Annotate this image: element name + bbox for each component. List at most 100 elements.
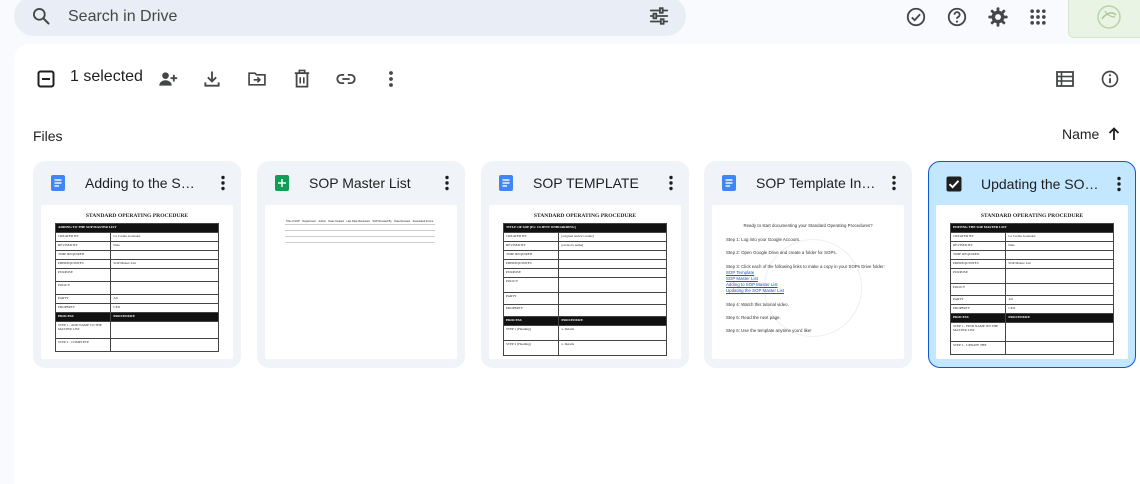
preview-cell: PARTY	[502, 292, 560, 305]
file-name: SOP Master List	[309, 175, 411, 191]
deselect-all-checkbox[interactable]	[35, 68, 57, 90]
file-name: Updating the SOP Master List	[981, 176, 1101, 192]
search-bar[interactable]	[14, 0, 686, 36]
preview-cell	[558, 250, 667, 260]
preview-cell: PURPOSE	[54, 268, 112, 282]
file-name: Adding to the SOP Master List	[85, 175, 205, 191]
preview-cell	[558, 304, 667, 317]
preview-cell: PROPERTY	[502, 304, 560, 317]
selection-toolbar: 1 selected	[14, 44, 1140, 112]
file-more-button[interactable]	[884, 173, 904, 193]
file-thumbnail[interactable]: Title of SOP Department Author Date Crea…	[265, 205, 457, 359]
preview-line: Step 6: Use the template anytime you'd l…	[726, 328, 812, 334]
preview-cell	[1005, 322, 1114, 342]
preview-cell: REVISED BY	[54, 241, 112, 251]
preview-link: Updating the SOP Master List	[726, 288, 785, 294]
preview-cell	[110, 281, 219, 295]
preview-cell: POLICY	[502, 277, 560, 293]
more-vert-icon	[389, 71, 393, 87]
preview-cell: STEP 2 - COMPLETE	[54, 338, 112, 352]
preview-cell: REVISED BY	[949, 241, 1007, 251]
preview-cell: PARTY	[54, 294, 112, 304]
preview-cell	[110, 321, 219, 339]
preview-cell: PREREQUISITES	[949, 259, 1007, 269]
preview-cell	[1005, 268, 1114, 284]
preview-cell: [original author's name]	[558, 232, 667, 242]
file-card[interactable]: SOP Master List Title of SOP Department …	[257, 161, 465, 368]
more-vert-icon	[445, 175, 449, 191]
download-button[interactable]	[201, 68, 223, 90]
preview-cell: TIME REQUIRED	[949, 250, 1007, 260]
file-thumbnail[interactable]: Ready to start documenting your Standard…	[712, 205, 904, 359]
preview-cell: CREATED BY	[502, 232, 560, 242]
preview-cell	[110, 250, 219, 260]
preview-cell: TITLE OF SOP [Ex: CLIENT ONBOARDING]	[503, 223, 667, 233]
preview-cell: CEO	[1005, 304, 1114, 314]
file-more-button[interactable]	[661, 173, 681, 193]
more-actions-button[interactable]	[380, 68, 402, 90]
file-name: SOP TEMPLATE	[533, 175, 639, 191]
preview-cell: STEP 1 - FIND NAME ON THE MASTER LIST	[949, 322, 1007, 342]
more-vert-icon	[1117, 176, 1121, 192]
preview-cell: STEP 2 - UPDATE THE	[949, 341, 1007, 355]
search-icon[interactable]	[31, 6, 51, 26]
sort-control[interactable]: Name	[1062, 124, 1121, 144]
file-card[interactable]: SOP Template Instructions Ready to start…	[704, 161, 912, 368]
delete-button[interactable]	[291, 68, 313, 90]
file-card[interactable]: SOP TEMPLATE STANDARD OPERATING PROCEDUR…	[481, 161, 689, 368]
preview-cell: PROCESS	[54, 312, 112, 322]
preview-cell: PROCEDURE	[110, 312, 219, 322]
preview-cell: POLICY	[949, 283, 1007, 296]
preview-cell: CEO	[110, 303, 219, 313]
preview-title: STANDARD OPERATING PROCEDURE	[85, 213, 189, 219]
share-button[interactable]	[157, 68, 179, 90]
preview-cell: STEP 1 (Heading)	[502, 325, 560, 341]
preview-cell: La Crema Gonzalez	[110, 232, 219, 242]
more-vert-icon	[669, 175, 673, 191]
preview-cell: PREREQUISITES	[502, 259, 560, 269]
preview-title: STANDARD OPERATING PROCEDURE	[980, 213, 1084, 219]
preview-line: Step 1: Log into your Google Account.	[726, 237, 800, 243]
trash-icon	[294, 69, 310, 88]
main-content: 1 selected Files Name Adding to the SOP …	[14, 44, 1140, 484]
preview-cell: La Crema Gonzalez	[1005, 232, 1114, 242]
file-more-button[interactable]	[437, 173, 457, 193]
search-options-icon[interactable]	[648, 5, 670, 27]
preview-cell: TIME REQUIRED	[502, 250, 560, 260]
preview-cell: [revisor's name]	[558, 241, 667, 251]
preview-cell	[1005, 341, 1114, 355]
file-more-button[interactable]	[1109, 174, 1129, 194]
search-input[interactable]	[66, 5, 630, 29]
details-button[interactable]	[1099, 68, 1121, 90]
preview-cell: PROCEDURE	[558, 316, 667, 326]
preview-cell: PROPERTY	[949, 304, 1007, 314]
google-docs-icon	[721, 175, 737, 191]
doc-preview: STANDARD OPERATING PROCEDURE EDITING THE…	[949, 213, 1114, 355]
apps-grid-icon[interactable]	[1026, 5, 1050, 29]
file-card-selected[interactable]: Updating the SOP Master List STANDARD OP…	[928, 161, 1136, 368]
preview-line: Step 3: Click each of the following link…	[726, 263, 885, 269]
help-icon[interactable]	[945, 5, 969, 29]
account-logo[interactable]	[1068, 0, 1140, 38]
checkbox-checked-icon[interactable]	[946, 176, 962, 192]
preview-cell: SOP Master List	[110, 259, 219, 269]
preview-cell: EDITING THE SOP MASTER LIST	[950, 223, 1114, 233]
sort-label[interactable]: Name	[1062, 126, 1099, 142]
preview-cell: a. Details	[558, 325, 667, 341]
link-icon	[336, 73, 356, 85]
settings-gear-icon[interactable]	[986, 5, 1010, 29]
preview-title: STANDARD OPERATING PROCEDURE	[533, 213, 637, 219]
copy-link-button[interactable]	[335, 68, 357, 90]
preview-cell	[110, 338, 219, 352]
list-layout-button[interactable]	[1054, 68, 1076, 90]
preview-cell: PREREQUISITES	[54, 259, 112, 269]
file-thumbnail[interactable]: STANDARD OPERATING PROCEDURE ADDING TO T…	[41, 205, 233, 359]
file-thumbnail[interactable]: STANDARD OPERATING PROCEDURE EDITING THE…	[936, 205, 1128, 359]
arrow-up-icon[interactable]	[1107, 127, 1121, 141]
file-card[interactable]: Adding to the SOP Master List STANDARD O…	[33, 161, 241, 368]
download-icon	[204, 71, 220, 87]
file-more-button[interactable]	[213, 173, 233, 193]
file-thumbnail[interactable]: STANDARD OPERATING PROCEDURE TITLE OF SO…	[489, 205, 681, 359]
offline-check-icon[interactable]	[904, 5, 928, 29]
move-button[interactable]	[246, 68, 268, 90]
